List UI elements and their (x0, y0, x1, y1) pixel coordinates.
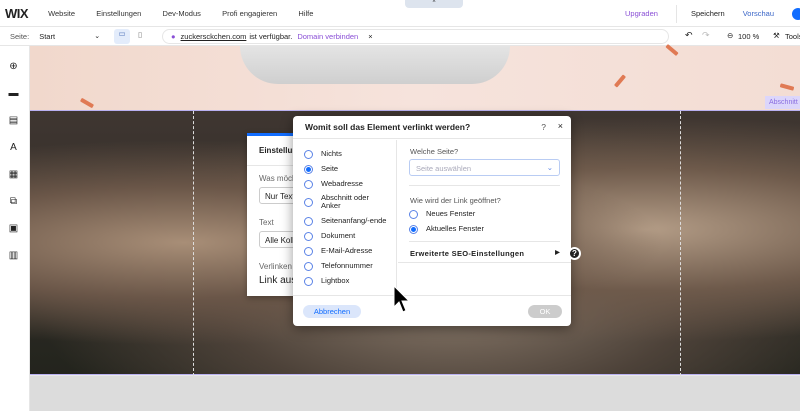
dialog-title: Womit soll das Element verlinkt werden? (305, 122, 471, 132)
menu-website[interactable]: Website (48, 9, 75, 18)
business-icon[interactable]: ⧉ (8, 196, 19, 207)
menu-hilfe[interactable]: Hilfe (298, 9, 313, 18)
page-select[interactable]: Start (39, 32, 89, 41)
top-bar: WIX Website Einstellungen Dev-Modus Prof… (0, 0, 800, 27)
link-dialog: Womit soll das Element verlinkt werden? … (293, 116, 571, 326)
ok-button[interactable]: OK (528, 305, 562, 318)
dialog-footer: Abbrechen OK (293, 295, 571, 326)
save-button[interactable]: Speichern (691, 9, 725, 18)
page-select[interactable]: Seite auswählen ⌄ (409, 159, 560, 176)
tools-button[interactable]: Tools (785, 32, 800, 41)
zoom-out-icon[interactable]: ⊖ (727, 31, 733, 40)
seo-settings-toggle[interactable]: Erweiterte SEO-Einstellungen ▶ (410, 249, 560, 258)
tools-icon[interactable]: ⚒ (773, 31, 780, 40)
option-abschnitt[interactable]: Abschnitt oder Anker (304, 194, 384, 210)
undo-icon[interactable]: ↶ (685, 30, 693, 41)
grid-line (193, 111, 194, 376)
preview-button[interactable]: Vorschau (743, 9, 774, 18)
decor (79, 97, 95, 109)
chevron-down-icon: ⌄ (546, 163, 553, 172)
menu-profi[interactable]: Profi engagieren (222, 9, 277, 18)
divider (675, 4, 677, 23)
help-icon[interactable]: ? (568, 247, 581, 260)
caret-right-icon: ▶ (555, 250, 560, 256)
open-question: Wie wird der Link geöffnet? (410, 196, 501, 205)
domain-banner: ● zuckersckchen.com ist verfügbar. Domai… (162, 29, 669, 44)
sections-icon[interactable]: ▬ (8, 88, 19, 99)
domain-status: ist verfügbar. (249, 32, 293, 41)
option-dokument[interactable]: Dokument (304, 232, 355, 241)
connect-domain-link[interactable]: Domain verbinden (297, 32, 358, 41)
link-settings: Welche Seite? Seite auswählen ⌄ Wie wird … (398, 140, 571, 295)
left-sidebar: ⊕ ▬ ▤ A ▦ ⧉ ▣ ▥ (0, 46, 30, 411)
section-label[interactable]: Abschnitt (765, 96, 800, 109)
add-icon[interactable]: ⊕ (8, 61, 19, 72)
domain-name[interactable]: zuckersckchen.com (181, 32, 247, 41)
cms-icon[interactable]: ▥ (8, 250, 19, 261)
apps-icon[interactable]: ▦ (8, 169, 19, 180)
close-icon[interactable]: × (558, 121, 563, 131)
redo-icon[interactable]: ↷ (702, 30, 710, 41)
upgrade-button[interactable]: Upgraden (625, 9, 658, 18)
option-new-window[interactable]: Neues Fenster (409, 210, 475, 219)
collapse-handle[interactable]: ^ (405, 0, 463, 8)
divider (409, 185, 560, 186)
page-question: Welche Seite? (410, 147, 459, 156)
zoom-level[interactable]: 100 % (738, 32, 759, 41)
menu-einstellungen[interactable]: Einstellungen (96, 9, 141, 18)
help-icon[interactable]: ? (541, 122, 546, 132)
decor (665, 43, 679, 57)
option-webadresse[interactable]: Webadresse (304, 180, 363, 189)
menu-dev-modus[interactable]: Dev-Modus (163, 9, 201, 18)
media-icon[interactable]: ▣ (8, 223, 19, 234)
globe-icon: ● (171, 32, 176, 41)
chevron-down-icon[interactable]: ⌄ (94, 32, 100, 40)
chair-image (240, 46, 510, 84)
wix-logo: WIX (5, 5, 29, 21)
pages-icon[interactable]: ▤ (8, 115, 19, 126)
close-icon[interactable]: × (368, 32, 372, 41)
mobile-icon[interactable]: ▯ (138, 30, 142, 39)
option-nichts[interactable]: Nichts (304, 150, 342, 159)
decor (613, 74, 627, 88)
option-lightbox[interactable]: Lightbox (304, 277, 349, 286)
mouse-cursor-icon (393, 285, 411, 313)
desktop-icon[interactable]: ▭ (114, 29, 130, 44)
link-type-list: Nichts Seite Webadresse Abschnitt oder A… (293, 140, 397, 295)
design-icon[interactable]: A (8, 142, 19, 153)
divider (409, 241, 560, 242)
option-seitenanfang[interactable]: Seitenanfang/-ende (304, 217, 386, 226)
option-email[interactable]: E-Mail-Adresse (304, 247, 372, 256)
next-section[interactable] (30, 376, 800, 411)
cancel-button[interactable]: Abbrechen (303, 305, 361, 318)
option-current-window[interactable]: Aktuelles Fenster (409, 225, 484, 234)
option-seite[interactable]: Seite (304, 165, 338, 174)
divider (398, 262, 571, 263)
hero-section[interactable] (30, 43, 800, 147)
grid-line (680, 111, 681, 376)
editor-toolbar: Seite: Start ⌄ ▭ ▯ ● zuckersckchen.com i… (0, 27, 800, 46)
publish-button[interactable] (792, 7, 800, 20)
page-label: Seite: (10, 31, 30, 41)
decor (779, 83, 795, 91)
option-telefon[interactable]: Telefonnummer (304, 262, 373, 271)
main-menu: Website Einstellungen Dev-Modus Profi en… (48, 9, 332, 18)
